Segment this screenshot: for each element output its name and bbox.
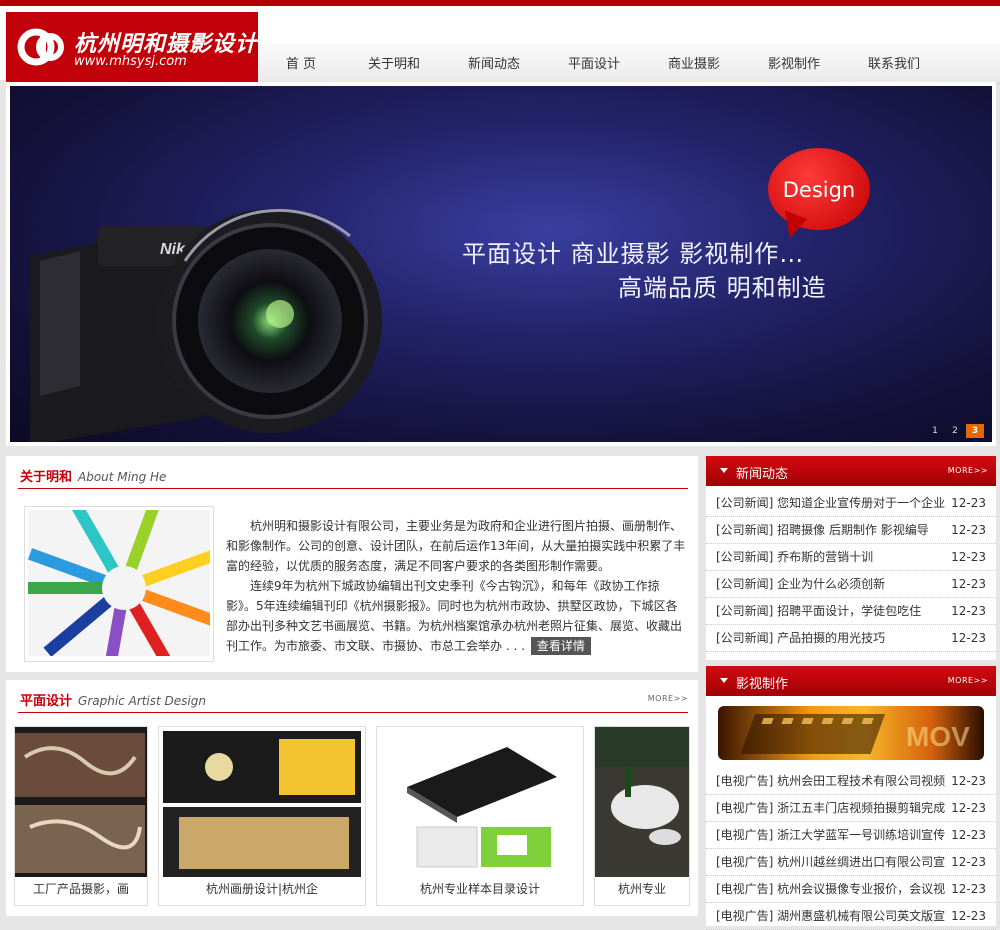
- camera-image: Nikon: [30, 208, 382, 442]
- banner-slide[interactable]: Nikon Design 平面设计 商业摄影 影视制作… 高端品质 明和制造 1…: [10, 86, 992, 442]
- slide-pager: 1 2 3: [924, 424, 984, 438]
- design-item-caption: 杭州专业样本目录设计: [419, 882, 540, 896]
- slide-dot-3[interactable]: 3: [966, 424, 984, 438]
- tableware-image: [595, 727, 689, 877]
- design-item-caption: 工厂产品摄影，画: [32, 882, 129, 896]
- video-more-link[interactable]: MORE>>: [948, 676, 988, 685]
- design-more-link[interactable]: MORE>>: [648, 694, 688, 703]
- news-list: [公司新闻] 您知道企业宣传册对于一个企业 12-23 [公司新闻] 招聘摄像 后…: [706, 490, 996, 652]
- nav-about[interactable]: 关于明和: [344, 44, 444, 83]
- video-item-title: [电视广告] 浙江五丰门店视频拍摄剪辑完成: [716, 801, 946, 815]
- news-item-title: [公司新闻] 产品拍摄的用光技巧: [716, 631, 886, 645]
- about-text: 杭州明和摄影设计有限公司，主要业务是为政府和企业进行图片拍摄、画册制作、和影像制…: [226, 516, 686, 656]
- design-item-3[interactable]: 杭州专业样本目录设计: [376, 726, 584, 906]
- news-item-date: 12-23: [951, 550, 986, 564]
- list-item[interactable]: [电视广告] 杭州川越丝绸进出口有限公司宣 12-23: [706, 849, 996, 876]
- list-item[interactable]: [公司新闻] 乔布斯的营销十训 12-23: [706, 544, 996, 571]
- news-item-date: 12-23: [951, 496, 986, 510]
- caret-down-icon: [720, 678, 728, 683]
- design-item-caption: 杭州专业: [617, 882, 666, 896]
- video-item-title: [电视广告] 杭州川越丝绸进出口有限公司宣: [716, 855, 946, 869]
- design-item-4[interactable]: 杭州专业: [594, 726, 690, 906]
- news-item-date: 12-23: [951, 631, 986, 645]
- design-title: 平面设计 Graphic Artist Design: [20, 690, 206, 709]
- video-item-title: [电视广告] 杭州会田工程技术有限公司视频: [716, 774, 946, 788]
- video-item-title: [电视广告] 浙江大学蓝军一号训练培训宣传: [716, 828, 946, 842]
- video-item-title: [电视广告] 杭州会议摄像专业报价，会议视: [716, 882, 946, 896]
- nav-graphic-design[interactable]: 平面设计: [544, 44, 644, 83]
- header: 杭州明和摄影设计 www.mhsysj.com 首 页 关于明和 新闻动态 平面…: [0, 6, 1000, 84]
- news-item-date: 12-23: [951, 523, 986, 537]
- slide-dot-1[interactable]: 1: [926, 424, 944, 438]
- nav-video[interactable]: 影视制作: [744, 44, 844, 83]
- about-paragraph-1: 杭州明和摄影设计有限公司，主要业务是为政府和企业进行图片拍摄、画册制作、和影像制…: [226, 519, 686, 573]
- nav-contact[interactable]: 联系我们: [844, 44, 944, 83]
- list-item[interactable]: [电视广告] 浙江五丰门店视频拍摄剪辑完成 12-23: [706, 795, 996, 822]
- banner: Nikon Design 平面设计 商业摄影 影视制作… 高端品质 明和制造 1…: [6, 82, 996, 446]
- list-item[interactable]: [电视广告] 杭州会田工程技术有限公司视频 12-23: [706, 768, 996, 795]
- pencils-image: [24, 506, 214, 662]
- design-title-en: Graphic Artist Design: [78, 694, 206, 708]
- view-details-button[interactable]: 查看详情: [530, 637, 591, 655]
- news-item-title: [公司新闻] 您知道企业宣传册对于一个企业: [716, 496, 946, 510]
- video-section: 影视制作 MORE>> MOV [电视广告] 杭州会田工程技术有限公司视频 12-…: [706, 666, 996, 930]
- video-item-date: 12-23: [951, 828, 986, 842]
- svg-text:MOV: MOV: [906, 721, 970, 752]
- about-paragraph-2-text: 连续9年为杭州下城政协编辑出刊文史季刊《今古钩沉》，和每年《政协工作掠影》。5年…: [226, 579, 683, 653]
- video-item-date: 12-23: [951, 801, 986, 815]
- list-item[interactable]: [公司新闻] 您知道企业宣传册对于一个企业 12-23: [706, 490, 996, 517]
- news-more-link[interactable]: MORE>>: [948, 466, 988, 475]
- banner-headline: 平面设计 商业摄影 影视制作…: [462, 240, 805, 268]
- list-item[interactable]: [公司新闻] 招聘摄像 后期制作 影视编导 12-23: [706, 517, 996, 544]
- divider: [18, 488, 688, 489]
- video-header: 影视制作 MORE>>: [706, 666, 996, 696]
- graphic-design-section: 平面设计 Graphic Artist Design MORE>> 工厂产品摄影，…: [6, 680, 698, 916]
- design-item-1[interactable]: 工厂产品摄影，画: [14, 726, 148, 906]
- film-strip-image[interactable]: MOV: [718, 706, 984, 760]
- logo-url: www.mhsysj.com: [74, 54, 187, 69]
- list-item[interactable]: [电视广告] 浙江大学蓝军一号训练培训宣传 12-23: [706, 822, 996, 849]
- design-item-caption: 杭州画册设计|杭州企: [205, 882, 319, 896]
- nav-photography[interactable]: 商业摄影: [644, 44, 744, 83]
- list-item[interactable]: [公司新闻] 招聘平面设计，学徒包吃住 12-23: [706, 598, 996, 625]
- video-list: [电视广告] 杭州会田工程技术有限公司视频 12-23 [电视广告] 浙江五丰门店…: [706, 768, 996, 930]
- news-item-title: [公司新闻] 企业为什么必须创新: [716, 577, 886, 591]
- nav-home[interactable]: 首 页: [258, 44, 344, 83]
- logo[interactable]: 杭州明和摄影设计 www.mhsysj.com: [6, 12, 258, 84]
- main-nav: 首 页 关于明和 新闻动态 平面设计 商业摄影 影视制作 联系我们: [258, 44, 1000, 84]
- brochure-image: [159, 727, 365, 877]
- design-title-cn: 平面设计: [20, 694, 73, 709]
- news-title: 新闻动态: [736, 467, 789, 482]
- news-item-date: 12-23: [951, 577, 986, 591]
- logo-mark-icon: [17, 28, 64, 66]
- video-title: 影视制作: [736, 677, 789, 692]
- nav-news[interactable]: 新闻动态: [444, 44, 544, 83]
- about-section: 关于明和 About Ming He 杭州明和摄影设计有限公司，主要业务是为政府和…: [6, 456, 698, 672]
- video-item-date: 12-23: [951, 882, 986, 896]
- about-title-cn: 关于明和: [20, 470, 73, 485]
- slide-dot-2[interactable]: 2: [946, 424, 964, 438]
- catalog-image: [377, 727, 583, 877]
- list-item[interactable]: [电视广告] 杭州会议摄像专业报价，会议视 12-23: [706, 876, 996, 903]
- divider: [18, 712, 688, 713]
- about-title-en: About Ming He: [78, 470, 167, 484]
- video-item-date: 12-23: [951, 774, 986, 788]
- news-item-date: 12-23: [951, 604, 986, 618]
- list-item[interactable]: [公司新闻] 企业为什么必须创新 12-23: [706, 571, 996, 598]
- news-item-title: [公司新闻] 招聘摄像 后期制作 影视编导: [716, 523, 929, 537]
- news-item-title: [公司新闻] 乔布斯的营销十训: [716, 550, 874, 564]
- design-item-2[interactable]: 杭州画册设计|杭州企: [158, 726, 366, 906]
- bubble-text: Design: [782, 178, 856, 202]
- news-header: 新闻动态 MORE>>: [706, 456, 996, 486]
- product-photo-image: [15, 727, 147, 877]
- news-section: 新闻动态 MORE>> [公司新闻] 您知道企业宣传册对于一个企业 12-23 […: [706, 456, 996, 660]
- video-item-date: 12-23: [951, 855, 986, 869]
- about-paragraph-2: 连续9年为杭州下城政协编辑出刊文史季刊《今古钩沉》，和每年《政协工作掠影》。5年…: [226, 576, 686, 656]
- about-title: 关于明和 About Ming He: [20, 466, 166, 485]
- news-item-title: [公司新闻] 招聘平面设计，学徒包吃住: [716, 604, 922, 618]
- list-item[interactable]: [公司新闻] 产品拍摄的用光技巧 12-23: [706, 625, 996, 652]
- caret-down-icon: [720, 468, 728, 473]
- banner-subline: 高端品质 明和制造: [618, 274, 827, 302]
